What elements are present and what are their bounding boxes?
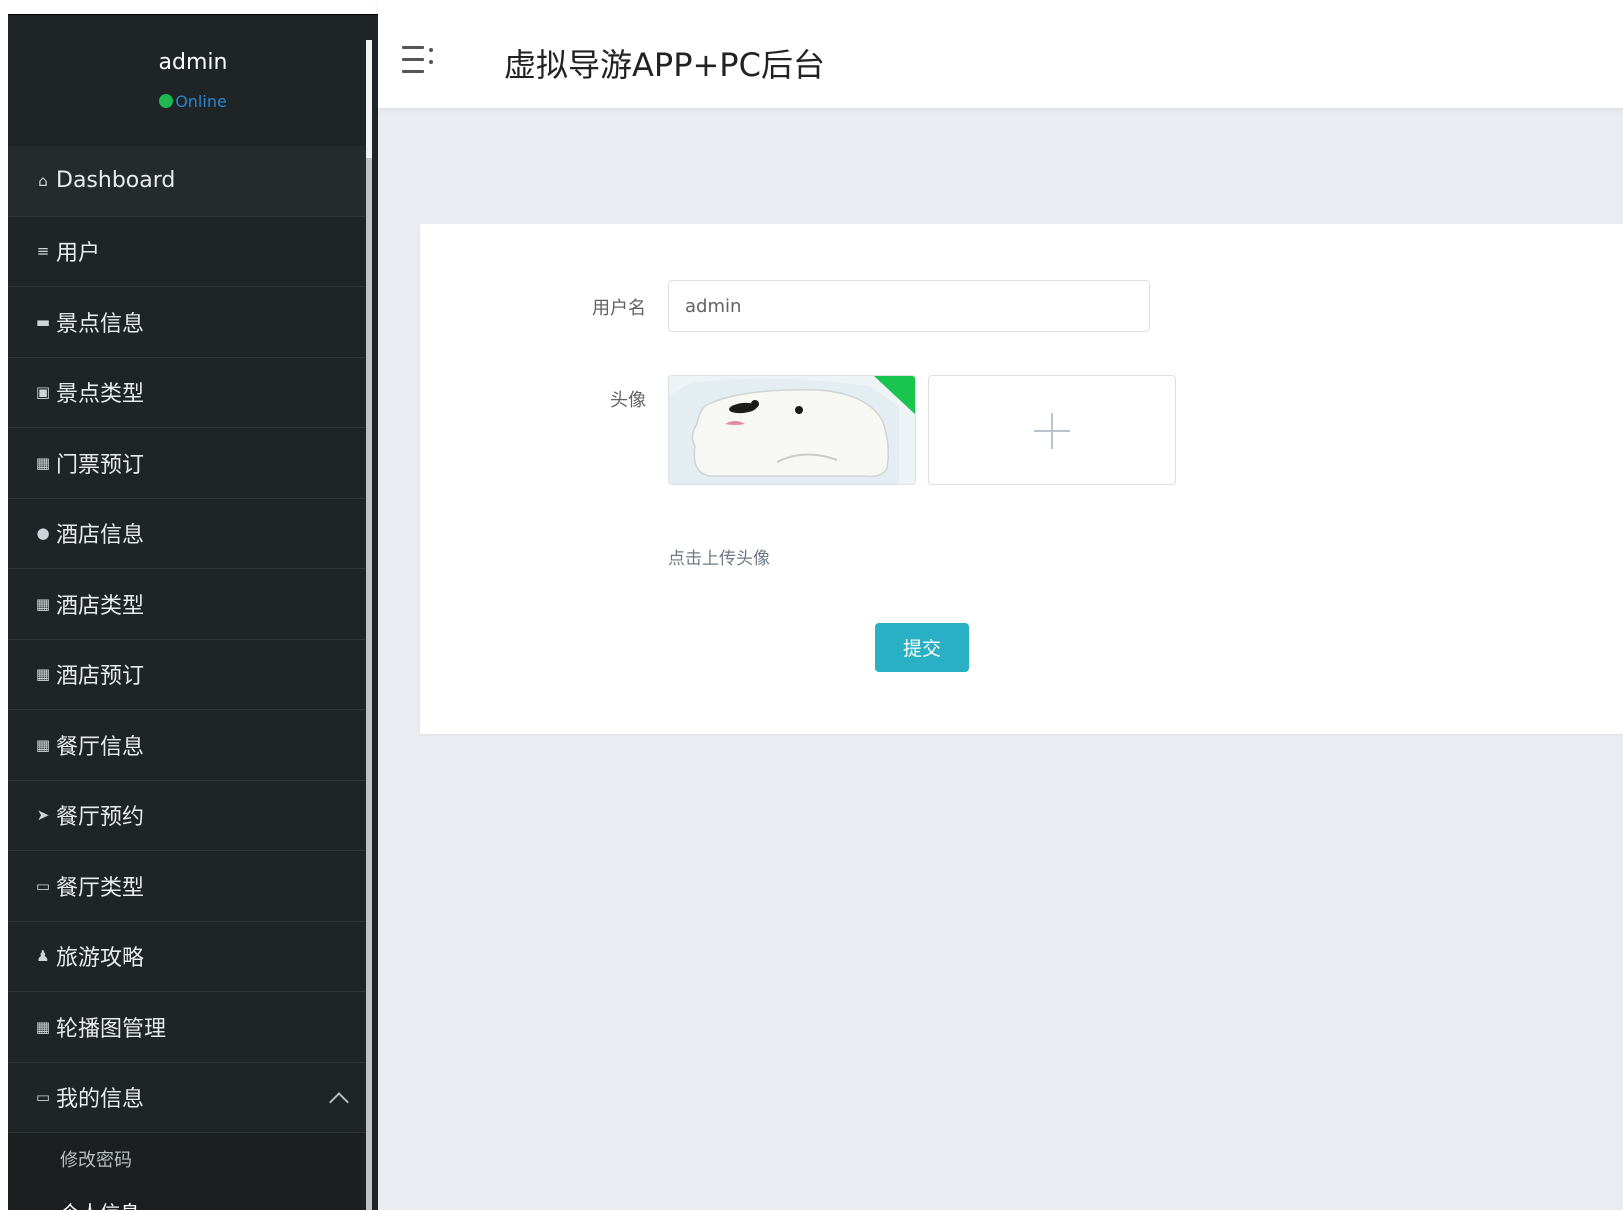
sidebar-item-label: 酒店预订	[56, 664, 145, 690]
sidebar-item-label: 餐厅信息	[56, 734, 145, 760]
sidebar-item-restaurant-type[interactable]: ▭ 餐厅类型	[8, 851, 372, 922]
sidebar-item-scenic-info[interactable]: ▬ 景点信息	[8, 287, 372, 358]
online-dot-icon	[159, 94, 174, 108]
user-profile: admin Online	[8, 14, 378, 136]
grid-icon: ▦	[35, 665, 51, 684]
submit-button[interactable]: 提交	[875, 623, 969, 672]
status-badge: Online	[8, 92, 378, 111]
sidebar-item-users[interactable]: ≡ 用户	[8, 217, 372, 287]
sidebar-scrollbar[interactable]	[366, 40, 372, 1210]
main-content: 用户名 admin 头像 点击上传头像 提交	[378, 108, 1623, 1210]
username-input[interactable]: admin	[668, 280, 1150, 332]
status-text: Online	[175, 92, 227, 111]
home-icon: ⌂	[38, 171, 48, 190]
avatar-upload-button[interactable]	[928, 375, 1176, 485]
avatar-preview[interactable]	[668, 375, 916, 485]
sidebar-item-label: 门票预订	[56, 452, 145, 478]
sidebar-item-label: 轮播图管理	[56, 1016, 167, 1042]
menu-toggle-icon[interactable]	[402, 46, 434, 76]
username-label: 用户名	[592, 298, 646, 319]
sidebar-item-my-info[interactable]: ▭ 我的信息	[8, 1063, 372, 1133]
grid-icon: ▦	[35, 453, 51, 472]
top-header: 虚拟导游APP+PC后台	[378, 0, 1623, 108]
send-icon: ➤	[36, 806, 50, 825]
pin-icon: ●	[36, 524, 50, 543]
sidebar-item-label: 修改密码	[60, 1150, 132, 1171]
grid-icon: ▦	[35, 1017, 51, 1036]
sidebar-item-label: 餐厅类型	[56, 875, 145, 901]
sidebar-item-label: 旅游攻略	[56, 946, 145, 972]
sidebar-item-label: 用户	[56, 241, 101, 267]
sidebar-item-label: 个人信息	[60, 1197, 140, 1210]
sidebar-item-label: 酒店信息	[56, 523, 145, 549]
card-icon: ▭	[35, 1088, 51, 1107]
submenu-my-info: 修改密码 个人信息	[8, 1133, 372, 1210]
sidebar-item-hotel-info[interactable]: ● 酒店信息	[8, 499, 372, 569]
sidebar-item-travel-guide[interactable]: ♟ 旅游攻略	[8, 922, 372, 992]
sidebar-menu: ⌂ Dashboard ≡ 用户 ▬ 景点信息 ▣ 景点类型 ▦ 门票预订 ● 酒店信息 ▦…	[8, 146, 372, 1210]
grid-icon: ▦	[35, 594, 51, 613]
username-value: admin	[685, 295, 742, 317]
sidebar-item-carousel[interactable]: ▦ 轮播图管理	[8, 992, 372, 1063]
sidebar-item-hotel-booking[interactable]: ▦ 酒店预订	[8, 640, 372, 710]
bear-avatar-image	[669, 376, 915, 484]
sidebar-item-label: 景点信息	[56, 311, 145, 337]
upload-hint[interactable]: 点击上传头像	[668, 544, 770, 569]
sidebar-item-label: 我的信息	[56, 1087, 145, 1113]
briefcase-icon: ▬	[35, 312, 51, 331]
profile-name: admin	[158, 50, 228, 75]
avatar-label: 头像	[610, 390, 646, 411]
sidebar-item-hotel-type[interactable]: ▦ 酒店类型	[8, 569, 372, 640]
scrollbar-thumb[interactable]	[366, 158, 372, 1210]
sidebar-item-label: Dashboard	[56, 168, 176, 194]
sidebar-item-scenic-type[interactable]: ▣ 景点类型	[8, 358, 372, 428]
page-title: 虚拟导游APP+PC后台	[504, 46, 825, 84]
sidebar-subitem-change-password[interactable]: 修改密码	[8, 1133, 372, 1185]
sidebar-item-label: 景点类型	[56, 382, 145, 408]
sidebar-subitem-profile[interactable]: 个人信息	[8, 1185, 372, 1210]
clipboard-icon: ▣	[35, 383, 51, 402]
sidebar-item-ticket-booking[interactable]: ▦ 门票预订	[8, 428, 372, 499]
sidebar: admin Online ⌂ Dashboard ≡ 用户 ▬ 景点信息 ▣ 景点类型 …	[8, 14, 378, 1210]
sidebar-item-label: 酒店类型	[56, 593, 145, 619]
sidebar-item-restaurant-reservation[interactable]: ➤ 餐厅预约	[8, 781, 372, 851]
list-icon: ≡	[36, 242, 50, 261]
chevron-up-icon[interactable]	[329, 1091, 349, 1112]
sidebar-item-restaurant-info[interactable]: ▦ 餐厅信息	[8, 710, 372, 781]
sidebar-item-dashboard[interactable]: ⌂ Dashboard	[8, 146, 372, 217]
monitor-icon: ▭	[35, 876, 51, 895]
sidebar-item-label: 餐厅预约	[56, 805, 145, 831]
profile-form-card: 用户名 admin 头像 点击上传头像 提交	[420, 224, 1623, 734]
grid-icon: ▦	[35, 735, 51, 754]
user-icon: ♟	[36, 947, 50, 966]
